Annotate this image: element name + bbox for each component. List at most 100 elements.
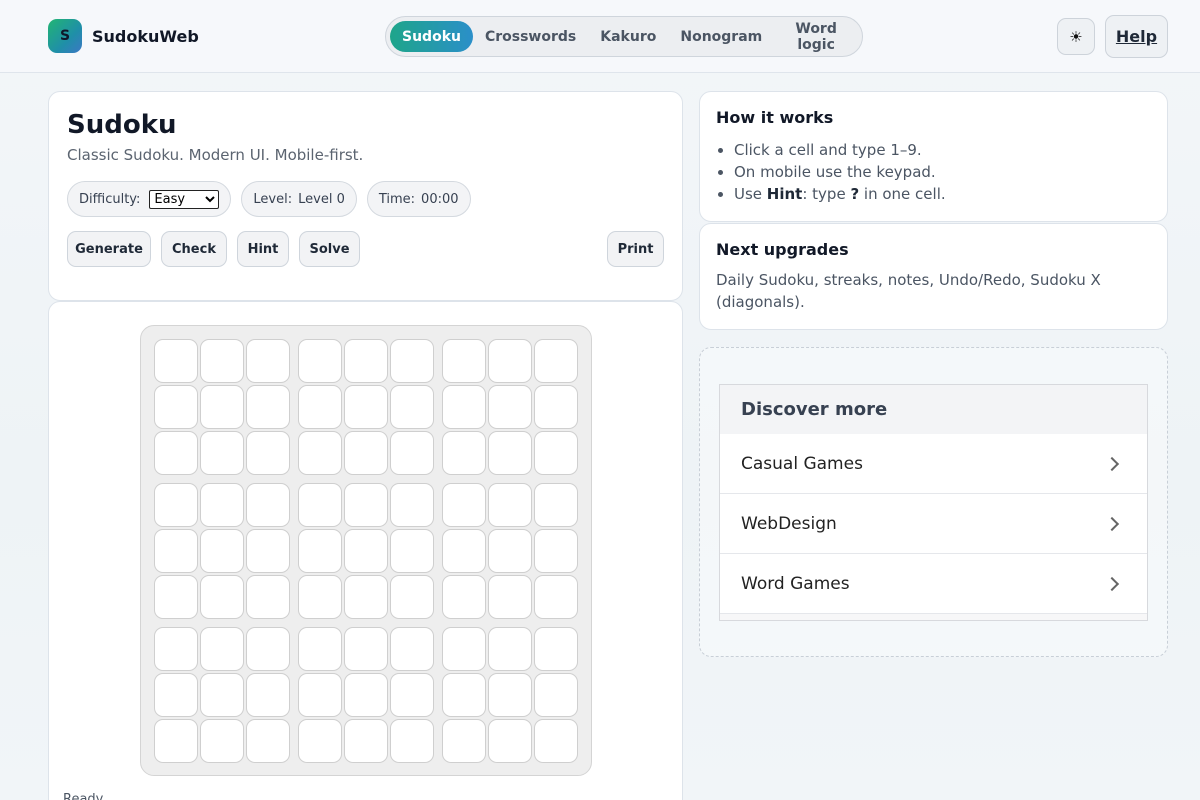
sudoku-cell[interactable]	[390, 575, 434, 619]
sudoku-cell[interactable]	[298, 627, 342, 671]
sudoku-cell[interactable]	[154, 627, 198, 671]
difficulty-select[interactable]: Easy	[149, 189, 220, 209]
sudoku-cell[interactable]	[154, 673, 198, 717]
sudoku-cell[interactable]	[390, 529, 434, 573]
check-button[interactable]: Check	[161, 231, 227, 267]
sudoku-cell[interactable]	[200, 575, 244, 619]
sudoku-cell[interactable]	[488, 627, 532, 671]
sudoku-cell[interactable]	[390, 431, 434, 475]
sudoku-cell[interactable]	[442, 385, 486, 429]
sudoku-cell[interactable]	[344, 483, 388, 527]
sudoku-cell[interactable]	[390, 719, 434, 763]
sudoku-cell[interactable]	[298, 483, 342, 527]
sudoku-cell[interactable]	[200, 627, 244, 671]
sudoku-cell[interactable]	[246, 719, 290, 763]
sudoku-cell[interactable]	[246, 673, 290, 717]
sudoku-cell[interactable]	[200, 673, 244, 717]
sudoku-cell[interactable]	[442, 673, 486, 717]
sudoku-cell[interactable]	[442, 575, 486, 619]
sudoku-cell[interactable]	[298, 385, 342, 429]
sudoku-cell[interactable]	[246, 339, 290, 383]
brand[interactable]: S SudokuWeb	[48, 19, 199, 53]
sudoku-cell[interactable]	[246, 575, 290, 619]
sudoku-cell[interactable]	[534, 385, 578, 429]
sudoku-cell[interactable]	[246, 529, 290, 573]
sudoku-cell[interactable]	[534, 627, 578, 671]
sudoku-cell[interactable]	[488, 483, 532, 527]
sudoku-cell[interactable]	[390, 385, 434, 429]
sudoku-cell[interactable]	[488, 575, 532, 619]
sudoku-cell[interactable]	[344, 385, 388, 429]
sudoku-cell[interactable]	[488, 339, 532, 383]
hint-button[interactable]: Hint	[237, 231, 289, 267]
sudoku-cell[interactable]	[154, 529, 198, 573]
sudoku-cell[interactable]	[442, 627, 486, 671]
help-button[interactable]: Help	[1105, 15, 1168, 58]
list-item: On mobile use the keypad.	[734, 161, 1151, 183]
discover-item-webdesign[interactable]: WebDesign	[720, 494, 1147, 554]
sudoku-cell[interactable]	[200, 483, 244, 527]
tab-kakuro[interactable]: Kakuro	[588, 21, 668, 52]
sudoku-cell[interactable]	[488, 529, 532, 573]
discover-item-word-games[interactable]: Word Games	[720, 554, 1147, 614]
sudoku-cell[interactable]	[298, 575, 342, 619]
sudoku-cell[interactable]	[154, 575, 198, 619]
sudoku-cell[interactable]	[154, 339, 198, 383]
sudoku-cell[interactable]	[488, 385, 532, 429]
sudoku-cell[interactable]	[344, 529, 388, 573]
sudoku-cell[interactable]	[154, 385, 198, 429]
sudoku-cell[interactable]	[200, 719, 244, 763]
sudoku-cell[interactable]	[488, 431, 532, 475]
sudoku-cell[interactable]	[344, 673, 388, 717]
sudoku-cell[interactable]	[246, 431, 290, 475]
discover-item-casual-games[interactable]: Casual Games	[720, 434, 1147, 494]
sudoku-cell[interactable]	[298, 673, 342, 717]
tab-nonogram[interactable]: Nonogram	[668, 21, 774, 52]
sudoku-cell[interactable]	[154, 719, 198, 763]
sudoku-cell[interactable]	[246, 627, 290, 671]
sudoku-cell[interactable]	[298, 529, 342, 573]
sudoku-cell[interactable]	[488, 719, 532, 763]
sudoku-cell[interactable]	[390, 339, 434, 383]
sudoku-cell[interactable]	[442, 483, 486, 527]
sudoku-cell[interactable]	[534, 719, 578, 763]
sudoku-cell[interactable]	[344, 627, 388, 671]
sudoku-cell[interactable]	[534, 575, 578, 619]
sudoku-cell[interactable]	[442, 719, 486, 763]
sudoku-cell[interactable]	[298, 339, 342, 383]
generate-button[interactable]: Generate	[67, 231, 151, 267]
sudoku-cell[interactable]	[200, 431, 244, 475]
sudoku-cell[interactable]	[442, 431, 486, 475]
solve-button[interactable]: Solve	[299, 231, 360, 267]
sudoku-cell[interactable]	[200, 529, 244, 573]
sudoku-cell[interactable]	[344, 339, 388, 383]
sudoku-cell[interactable]	[534, 483, 578, 527]
tab-crosswords[interactable]: Crosswords	[473, 21, 588, 52]
sudoku-cell[interactable]	[298, 719, 342, 763]
sudoku-cell[interactable]	[344, 431, 388, 475]
sudoku-cell[interactable]	[534, 673, 578, 717]
sudoku-cell[interactable]	[390, 627, 434, 671]
discover-more-title: Discover more	[720, 385, 1147, 434]
sudoku-cell[interactable]	[344, 575, 388, 619]
tab-sudoku[interactable]: Sudoku	[390, 21, 473, 52]
sudoku-cell[interactable]	[200, 339, 244, 383]
theme-toggle-button[interactable]: ☀	[1057, 18, 1095, 55]
sudoku-cell[interactable]	[154, 431, 198, 475]
sudoku-cell[interactable]	[246, 385, 290, 429]
sudoku-cell[interactable]	[442, 339, 486, 383]
print-button[interactable]: Print	[607, 231, 664, 267]
tab-word-logic[interactable]: Word logic	[774, 21, 858, 53]
sudoku-cell[interactable]	[154, 483, 198, 527]
sudoku-cell[interactable]	[390, 483, 434, 527]
sudoku-cell[interactable]	[488, 673, 532, 717]
sudoku-cell[interactable]	[246, 483, 290, 527]
sudoku-cell[interactable]	[344, 719, 388, 763]
sudoku-cell[interactable]	[390, 673, 434, 717]
sudoku-cell[interactable]	[298, 431, 342, 475]
sudoku-cell[interactable]	[442, 529, 486, 573]
sudoku-cell[interactable]	[534, 529, 578, 573]
sudoku-cell[interactable]	[200, 385, 244, 429]
sudoku-cell[interactable]	[534, 431, 578, 475]
sudoku-cell[interactable]	[534, 339, 578, 383]
